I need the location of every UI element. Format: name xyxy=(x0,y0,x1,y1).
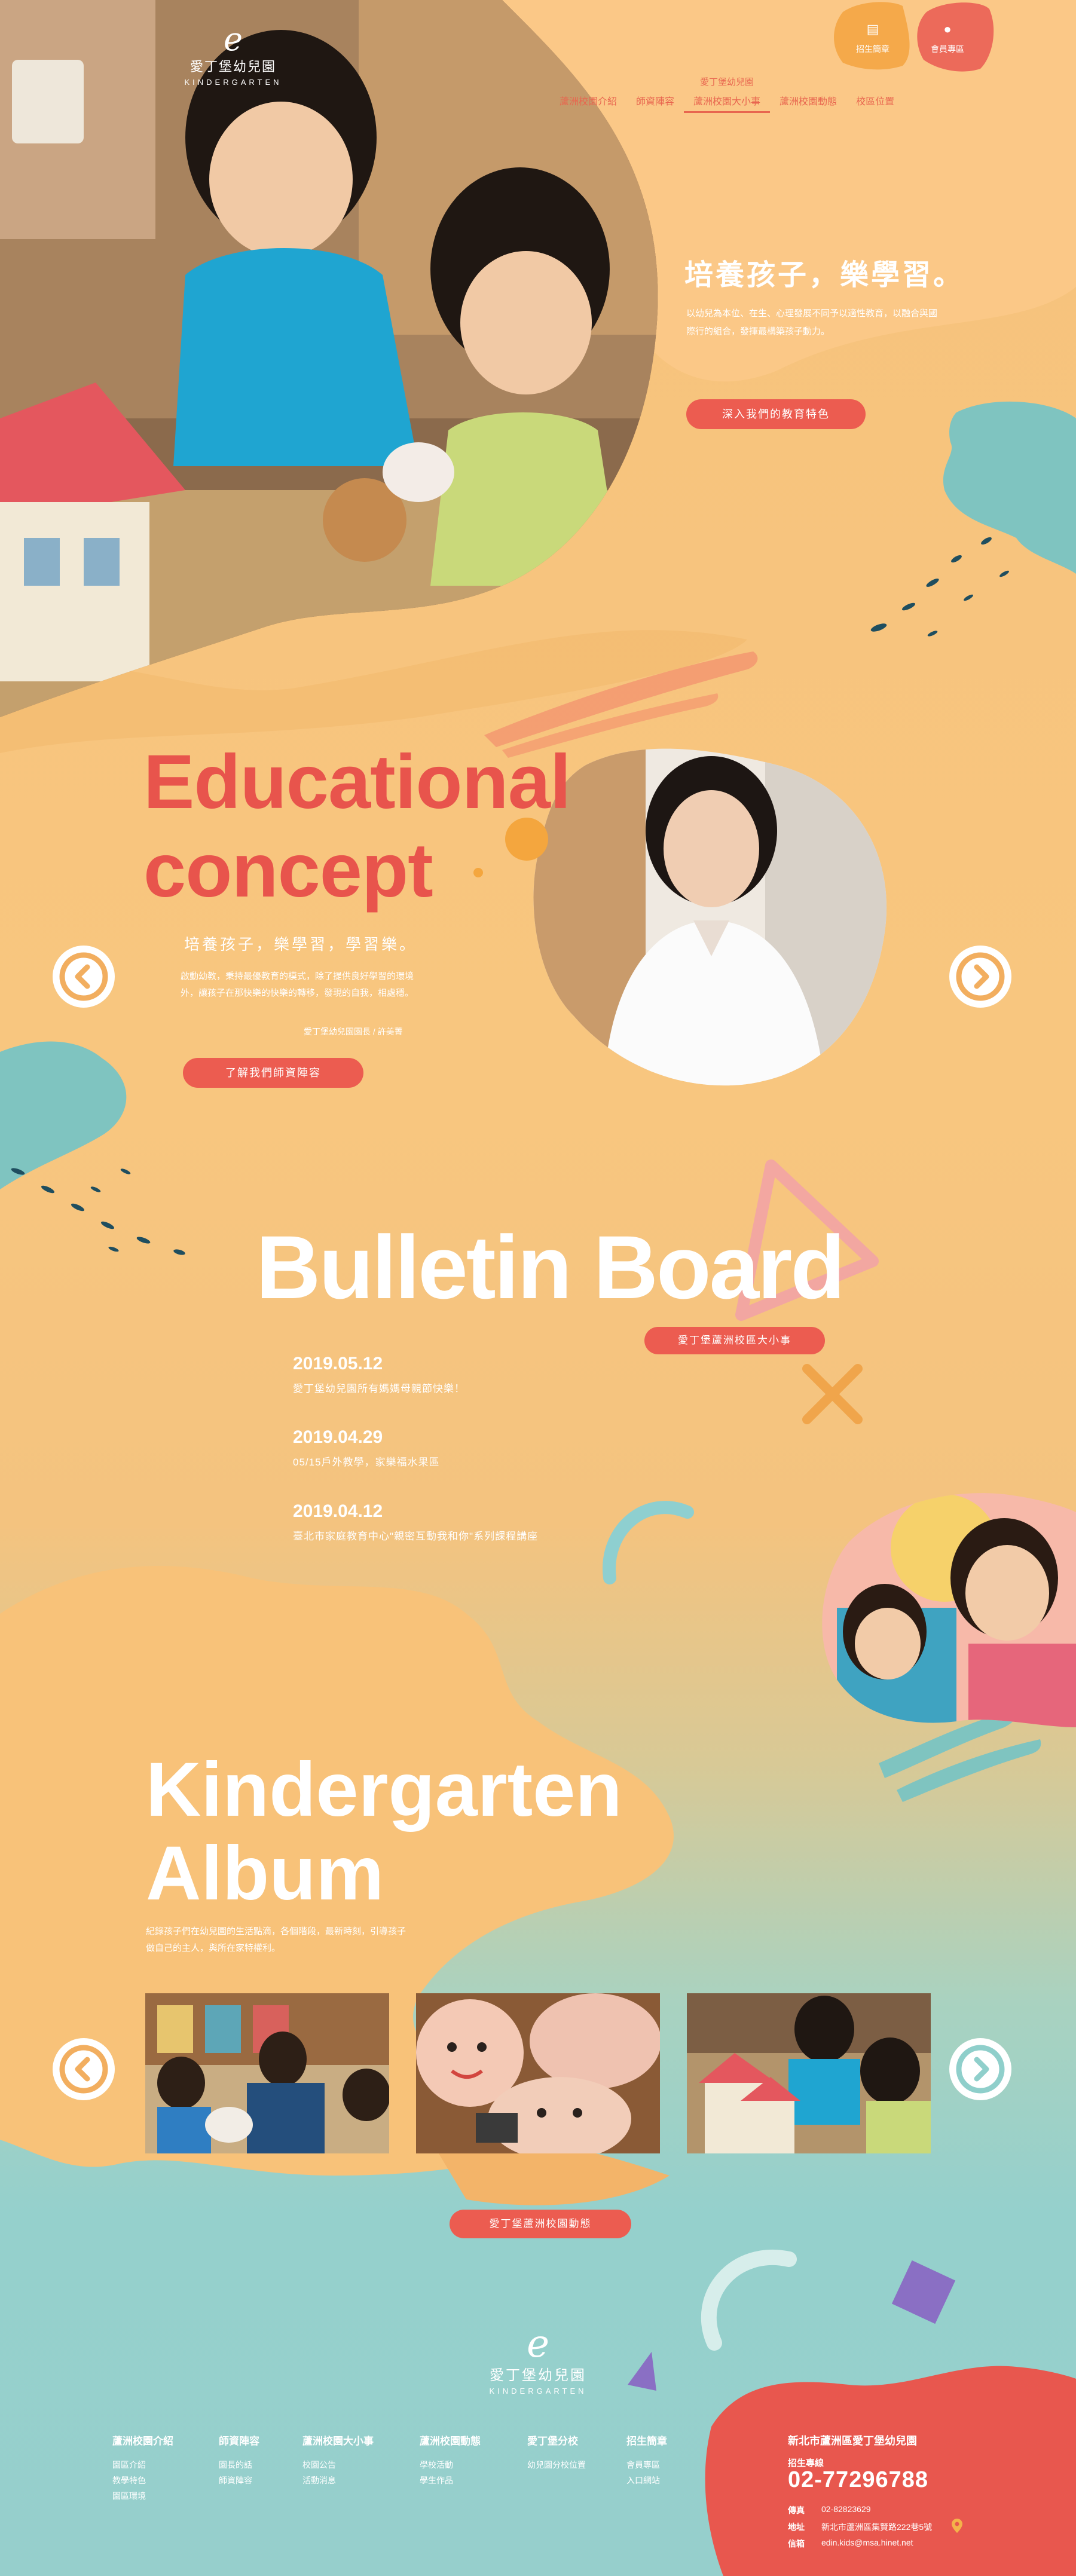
footer-logo-mark: e xyxy=(527,2322,549,2366)
contact-school: 新北市蘆洲區愛丁堡幼兒園 xyxy=(788,2435,917,2447)
nav-item-campus-intro[interactable]: 蘆洲校園介紹 xyxy=(550,90,626,113)
quick-link-label: 會員專區 xyxy=(931,44,964,54)
news-text: 05/15戶外教學，家樂福水果區 xyxy=(293,1457,440,1468)
contact-address: 新北市蘆洲區集賢路222巷5號 xyxy=(821,2522,933,2532)
footer-heading[interactable]: 招生簡章 xyxy=(626,2433,667,2447)
chevron-left-icon xyxy=(59,2045,108,2094)
nav-item-news[interactable]: 愛丁堡幼兒園 蘆洲校園大小事 xyxy=(684,77,771,113)
news-item[interactable]: 2019.05.12 愛丁堡幼兒園所有媽媽母親節快樂！ xyxy=(293,1354,652,1395)
edu-title: Educational concept xyxy=(143,738,571,915)
quick-link-member[interactable]: ● 會員專區 xyxy=(912,0,983,78)
nav-item-news-label: 蘆洲校園大小事 xyxy=(693,97,761,107)
logo-name: 愛丁堡幼兒園 xyxy=(189,59,276,74)
hero-button[interactable]: 深入我們的教育特色 xyxy=(686,399,866,429)
footer-logo-name: 愛丁堡幼兒園 xyxy=(490,2367,586,2384)
nav-item-updates[interactable]: 蘆洲校園動態 xyxy=(770,90,846,113)
footer-column: 蘆洲校園大小事 校園公告 活動消息 xyxy=(302,2433,374,2488)
edu-prev-arrow[interactable] xyxy=(53,946,115,1008)
bulletin-tag[interactable]: 愛丁堡蘆洲校區大小事 xyxy=(644,1327,825,1354)
quick-link-brochure[interactable]: ▤ 招生簡章 xyxy=(837,0,909,78)
logo-mark: e xyxy=(224,20,243,58)
footer-column: 愛丁堡分校 幼兒園分校位置 xyxy=(527,2433,586,2473)
site-logo[interactable]: e 愛丁堡幼兒園 KINDERGARTEN xyxy=(179,23,287,87)
contact-hotline[interactable]: 02-77296788 xyxy=(788,2467,928,2493)
album-photo-image xyxy=(416,1993,660,2153)
footer-link[interactable]: 活動消息 xyxy=(302,2473,374,2488)
news-item[interactable]: 2019.04.29 05/15戶外教學，家樂福水果區 xyxy=(293,1427,652,1468)
footer-link[interactable]: 園區環境 xyxy=(112,2488,173,2504)
bulletin-title: Bulletin Board xyxy=(256,1217,845,1317)
contact-email-label: 信箱 xyxy=(788,2539,805,2549)
chevron-right-icon xyxy=(956,2045,1005,2094)
edu-signature: 愛丁堡幼兒園園長 / 許美菁 xyxy=(304,1027,403,1036)
contact-fax-label: 傳真 xyxy=(788,2505,805,2515)
news-text: 臺北市家庭教育中心"親密互動我和你"系列課程講座 xyxy=(293,1531,539,1542)
kids-photo xyxy=(822,1493,1076,1728)
chevron-right-icon xyxy=(956,952,1005,1001)
footer-heading[interactable]: 師資陣容 xyxy=(219,2433,259,2447)
album-button[interactable]: 愛丁堡蘆洲校園動態 xyxy=(450,2210,631,2238)
edu-subtitle: 培養孩子，樂學習，學習樂。 xyxy=(184,935,418,953)
footer-link[interactable]: 幼兒園分校位置 xyxy=(527,2457,586,2473)
album-photo-image xyxy=(687,1993,931,2153)
logo-en: KINDERGARTEN xyxy=(184,78,282,87)
album-text: 紀錄孩子們在幼兒園的生活點滴，各個階段，最新時刻，引導孩子做自己的主人，與所在家… xyxy=(146,1926,406,1953)
album-photo[interactable] xyxy=(687,1993,931,2153)
footer-link[interactable]: 園區介紹 xyxy=(112,2457,173,2473)
edu-next-arrow[interactable] xyxy=(949,946,1011,1008)
footer-link[interactable]: 教學特色 xyxy=(112,2473,173,2488)
news-item[interactable]: 2019.04.12 臺北市家庭教育中心"親密互動我和你"系列課程講座 xyxy=(293,1501,652,1543)
nav-active-top-label: 愛丁堡幼兒園 xyxy=(700,77,754,87)
edu-title-line2: concept xyxy=(143,828,433,913)
footer-link[interactable]: 會員專區 xyxy=(626,2457,667,2473)
footer-link[interactable]: 學校活動 xyxy=(420,2457,481,2473)
footer-column: 招生簡章 會員專區 入口網站 xyxy=(626,2433,667,2488)
album-prev-arrow[interactable] xyxy=(53,2038,115,2100)
footer-heading[interactable]: 蘆洲校園大小事 xyxy=(302,2433,374,2447)
album-title: Kindergarten Album xyxy=(146,1748,622,1916)
member-icon: ● xyxy=(943,22,952,36)
footer-logo[interactable]: e 愛丁堡幼兒園 KINDERGARTEN xyxy=(472,2325,604,2396)
contact-fax: 02-8282362​9 xyxy=(821,2504,871,2514)
quick-link-label: 招生簡章 xyxy=(856,44,889,54)
footer-heading[interactable]: 蘆洲校園介紹 xyxy=(112,2433,173,2447)
contact-address-label: 地址 xyxy=(788,2522,805,2532)
nav-item-teachers[interactable]: 師資陣容 xyxy=(626,90,684,113)
footer-column: 蘆洲校園介紹 園區介紹 教學特色 園區環境 xyxy=(112,2433,173,2504)
footer-column: 師資陣容 園長的話 師資陣容 xyxy=(219,2433,259,2488)
edu-button[interactable]: 了解我們師資陣容 xyxy=(183,1058,363,1088)
footer-link[interactable]: 師資陣容 xyxy=(219,2473,259,2488)
album-title-line2: Album xyxy=(146,1831,384,1916)
document-icon: ▤ xyxy=(866,22,879,36)
contact-email[interactable]: edin.kids@msa.hinet.net xyxy=(821,2538,913,2547)
hero-text: 以幼兒為本位、在生、心理發展不同予以適性教育，以融合與國際行的組合，發揮最構築孩… xyxy=(686,308,938,336)
footer-link[interactable]: 園長的話 xyxy=(219,2457,259,2473)
footer-link[interactable]: 學生作品 xyxy=(420,2473,481,2488)
edu-title-line1: Educational xyxy=(143,739,571,825)
teacher-photo xyxy=(533,748,887,1086)
chevron-left-icon xyxy=(59,952,108,1001)
album-photo-image xyxy=(145,1993,389,2153)
nav-item-location[interactable]: 校區位置 xyxy=(846,90,904,113)
footer-column: 蘆洲校園動態 學校活動 學生作品 xyxy=(420,2433,481,2488)
album-photo[interactable] xyxy=(416,1993,660,2153)
footer-heading[interactable]: 愛丁堡分校 xyxy=(527,2433,586,2447)
album-photo[interactable] xyxy=(145,1993,389,2153)
page: e 愛丁堡幼兒園 KINDERGARTEN ▤ 招生簡章 ● 會員專區 蘆洲校園… xyxy=(0,0,1076,2576)
news-text: 愛丁堡幼兒園所有媽媽母親節快樂！ xyxy=(293,1383,465,1394)
edu-text: 啟動幼教，秉持最優教育的模式，除了提供良好學習的環境外，讓孩子在那快樂的快樂的轉… xyxy=(181,971,414,998)
hero-title: 培養孩子，樂學習。 xyxy=(684,259,965,291)
news-date: 2019.04.12 xyxy=(293,1501,383,1521)
footer-heading[interactable]: 蘆洲校園動態 xyxy=(420,2433,481,2447)
album-next-arrow[interactable] xyxy=(949,2038,1011,2100)
album-title-line1: Kindergarten xyxy=(146,1747,622,1832)
news-date: 2019.04.29 xyxy=(293,1427,383,1447)
map-pin-icon[interactable] xyxy=(952,2519,962,2533)
main-nav: 蘆洲校園介紹 師資陣容 愛丁堡幼兒園 蘆洲校園大小事 蘆洲校園動態 校區位置 xyxy=(550,77,904,113)
footer-link[interactable]: 校園公告 xyxy=(302,2457,374,2473)
footer-link[interactable]: 入口網站 xyxy=(626,2473,667,2488)
footer-logo-en: KINDERGARTEN xyxy=(489,2387,587,2396)
news-date: 2019.05.12 xyxy=(293,1354,383,1373)
